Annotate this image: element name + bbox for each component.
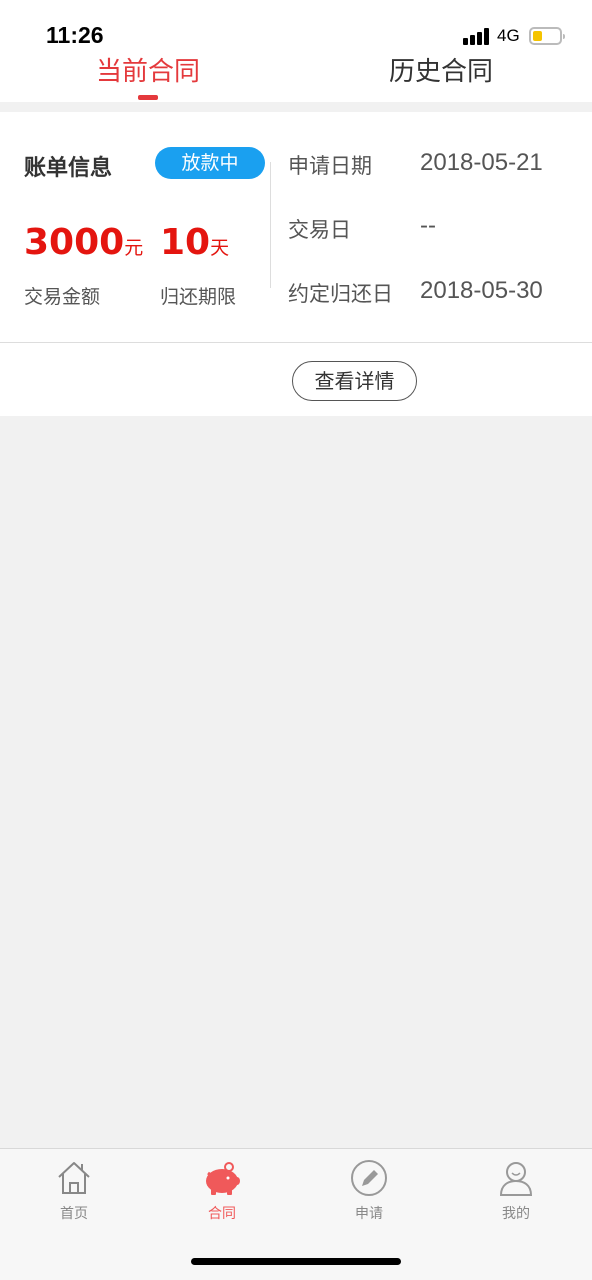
amount-label: 交易金额 bbox=[24, 286, 101, 308]
signal-icon bbox=[463, 28, 491, 45]
vertical-divider bbox=[270, 162, 271, 288]
term-label: 归还期限 bbox=[160, 286, 237, 308]
contract-tabs: 当前合同 历史合同 bbox=[0, 48, 592, 102]
nav-label-mine: 我的 bbox=[502, 1206, 530, 1222]
horizontal-divider bbox=[0, 342, 592, 343]
apply-date-value: 2018-05-21 bbox=[420, 149, 543, 176]
user-icon bbox=[499, 1162, 533, 1196]
nav-label-home: 首页 bbox=[60, 1206, 88, 1222]
tab-indicator bbox=[138, 95, 158, 100]
battery-icon bbox=[529, 27, 565, 45]
status-time: 11:26 bbox=[46, 22, 104, 48]
tab-history-contract[interactable]: 历史合同 bbox=[389, 51, 493, 88]
piggy-bank-icon bbox=[206, 1162, 240, 1195]
term-value: 10天 bbox=[160, 222, 229, 263]
tab-current-contract[interactable]: 当前合同 bbox=[96, 51, 200, 88]
amount-unit: 元 bbox=[124, 237, 144, 259]
network-type: 4G bbox=[497, 26, 520, 45]
pen-icon bbox=[351, 1160, 387, 1196]
due-date-label: 约定归还日 bbox=[288, 282, 393, 306]
nav-label-contract: 合同 bbox=[208, 1206, 236, 1222]
nav-label-apply: 申请 bbox=[355, 1206, 383, 1222]
contract-card: 账单信息 放款中 3000元 10天 交易金额 归还期限 申请日期 2018-0… bbox=[0, 112, 592, 416]
term-number: 10 bbox=[160, 222, 211, 263]
apply-date-label: 申请日期 bbox=[288, 154, 372, 178]
term-unit: 天 bbox=[210, 237, 230, 259]
home-indicator[interactable] bbox=[191, 1258, 401, 1265]
trade-date-label: 交易日 bbox=[288, 218, 351, 242]
view-details-button[interactable]: 查看详情 bbox=[292, 361, 417, 401]
trade-date-value: -- bbox=[420, 212, 436, 239]
amount-value: 3000元 bbox=[24, 222, 143, 263]
bill-title: 账单信息 bbox=[24, 156, 113, 181]
nav-item-mine[interactable]: 我的 bbox=[476, 1159, 556, 1229]
status-badge: 放款中 bbox=[155, 147, 265, 179]
due-date-value: 2018-05-30 bbox=[420, 277, 543, 304]
nav-item-home[interactable]: 首页 bbox=[34, 1159, 114, 1229]
home-icon bbox=[58, 1162, 90, 1194]
nav-item-contract[interactable]: 合同 bbox=[182, 1159, 262, 1229]
amount-number: 3000 bbox=[24, 222, 125, 263]
nav-item-apply[interactable]: 申请 bbox=[329, 1159, 409, 1229]
status-bar: 11:26 4G bbox=[0, 0, 592, 48]
